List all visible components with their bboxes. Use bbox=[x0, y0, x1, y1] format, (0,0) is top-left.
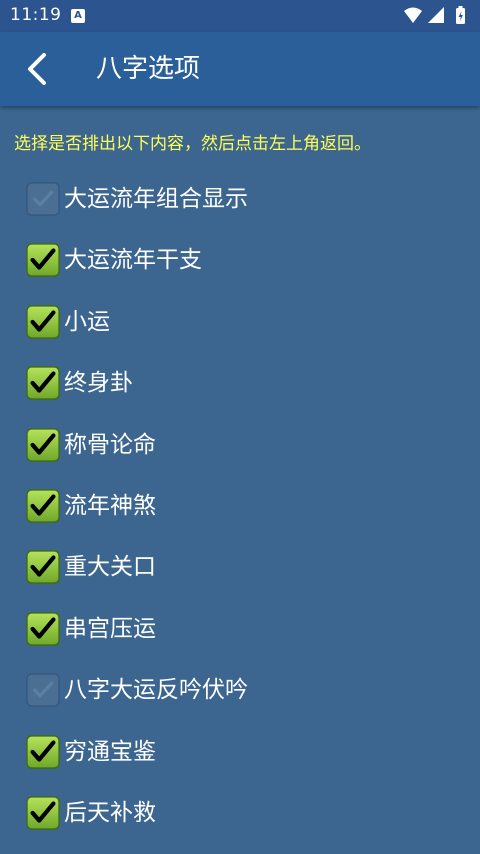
option-label: 终身卦 bbox=[64, 370, 133, 397]
option-label: 小运 bbox=[64, 308, 110, 335]
app-bar: 八字选项 bbox=[0, 32, 480, 106]
checkbox-checked[interactable] bbox=[26, 612, 60, 646]
option-item[interactable]: 称骨论命 bbox=[26, 426, 466, 466]
option-item[interactable]: 大运流年组合显示 bbox=[26, 180, 466, 220]
checkbox-checked[interactable] bbox=[26, 734, 60, 769]
signal-icon bbox=[428, 7, 444, 23]
option-label: 串宫压运 bbox=[64, 615, 156, 642]
option-item[interactable]: 串宫压运 bbox=[26, 610, 466, 650]
checkbox-checked[interactable] bbox=[26, 796, 60, 830]
option-label: 称骨论命 bbox=[64, 431, 156, 458]
checkbox-checked[interactable] bbox=[26, 305, 60, 339]
option-item[interactable]: 流年神煞 bbox=[26, 487, 466, 527]
status-time: 11:19 bbox=[10, 5, 62, 25]
checkbox-unchecked[interactable] bbox=[26, 182, 60, 216]
checkbox-unchecked[interactable] bbox=[26, 673, 60, 707]
page-title: 八字选项 bbox=[96, 54, 201, 84]
checkbox-checked[interactable] bbox=[26, 366, 60, 400]
status-icons bbox=[402, 6, 472, 26]
option-label: 穷通宝鉴 bbox=[64, 738, 156, 765]
option-label: 八字大运反吟伏吟 bbox=[64, 677, 248, 704]
option-item[interactable]: 终身卦 bbox=[26, 364, 466, 404]
checkbox-checked[interactable] bbox=[26, 427, 60, 462]
option-label: 后天补救 bbox=[64, 800, 156, 826]
option-label: 大运流年组合显示 bbox=[64, 186, 248, 212]
option-item[interactable]: 八字大运反吟伏吟 bbox=[26, 671, 466, 711]
instruction-text: 选择是否排出以下内容，然后点击左上角返回。 bbox=[14, 134, 371, 154]
option-label: 重大关口 bbox=[64, 554, 156, 581]
back-button[interactable] bbox=[20, 49, 60, 89]
wifi-icon bbox=[404, 7, 422, 23]
checkbox-checked[interactable] bbox=[26, 243, 60, 278]
option-item[interactable]: 大运流年干支 bbox=[26, 241, 466, 281]
option-label: 大运流年干支 bbox=[64, 247, 202, 274]
option-item[interactable]: 穷通宝鉴 bbox=[26, 733, 466, 773]
option-item[interactable]: 后天补救 bbox=[26, 794, 466, 834]
android-icon: A bbox=[71, 9, 85, 23]
chevron-left-icon bbox=[28, 53, 46, 85]
battery-icon bbox=[456, 6, 465, 24]
checkbox-checked[interactable] bbox=[26, 489, 60, 523]
option-item[interactable]: 小运 bbox=[26, 303, 466, 343]
option-label: 流年神煞 bbox=[64, 493, 156, 519]
checkbox-checked[interactable] bbox=[26, 550, 60, 585]
option-item[interactable]: 重大关口 bbox=[26, 548, 466, 588]
status-bar: 11:19 A bbox=[0, 0, 480, 32]
